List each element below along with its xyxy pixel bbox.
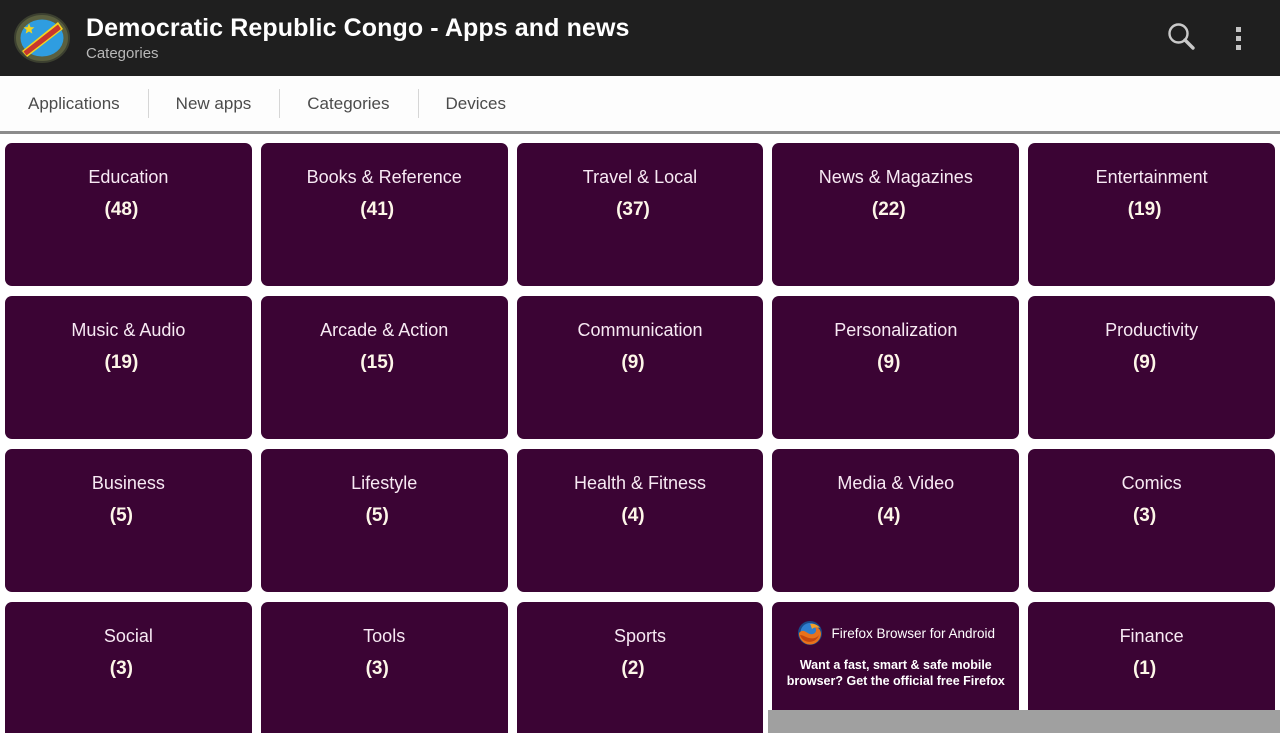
category-tile-count: (15) <box>360 352 395 373</box>
category-tile-count: (2) <box>621 658 645 679</box>
category-tile[interactable]: Music & Audio (19) <box>5 296 252 439</box>
category-tile[interactable]: Entertainment (19) <box>1028 143 1275 286</box>
overflow-menu-button[interactable] <box>1210 0 1266 76</box>
category-tile-count: (3) <box>109 658 134 679</box>
category-tile-label: Business <box>91 473 165 493</box>
overflow-menu-icon <box>1235 26 1241 50</box>
category-tile[interactable]: Social (3) <box>5 602 252 733</box>
ad-body-text: Want a fast, smart & safe mobile browser… <box>786 658 1005 688</box>
category-tile[interactable]: Sports (2) <box>516 602 764 733</box>
app-bar: Democratic Republic Congo - Apps and new… <box>0 0 1280 76</box>
search-icon <box>1164 19 1198 58</box>
page-subtitle: Categories <box>86 44 159 62</box>
category-tile-count: (5) <box>365 505 389 526</box>
category-grid: Education (48) Books & Reference (41) Travel… <box>0 134 1280 733</box>
tab-label: New apps <box>175 93 252 113</box>
category-tile-label: Media & Video <box>837 473 955 493</box>
category-tile-label: Lifestyle <box>351 473 418 493</box>
tab-bar: Applications New apps Categories Devices <box>0 76 1280 134</box>
category-tile-count: (19) <box>104 352 139 373</box>
category-tile[interactable]: Comics (3) <box>1028 449 1275 592</box>
ad-header: Firefox Browser for Android <box>772 620 1019 646</box>
category-tile[interactable]: Books & Reference (41) <box>260 143 508 286</box>
category-tile-count: (48) <box>104 199 139 220</box>
category-tile[interactable]: Arcade & Action (15) <box>260 296 508 439</box>
category-tile-label: Arcade & Action <box>320 320 449 340</box>
category-tile-count: (9) <box>621 352 645 373</box>
category-tile[interactable]: News & Magazines (22) <box>772 143 1020 286</box>
tab-devices[interactable]: Devices <box>417 76 534 131</box>
search-button[interactable] <box>1152 0 1210 76</box>
category-tile-label: Productivity <box>1105 320 1199 340</box>
category-tile[interactable]: Personalization (9) <box>772 296 1020 439</box>
category-tile[interactable]: Media & Video (4) <box>772 449 1020 592</box>
category-tile[interactable]: Lifestyle (5) <box>260 449 508 592</box>
category-tile-count: (3) <box>365 658 389 679</box>
category-tile-count: (4) <box>877 505 901 526</box>
category-tile-count: (5) <box>109 505 134 526</box>
category-tile-count: (9) <box>877 352 901 373</box>
category-tile[interactable]: Tools (3) <box>260 602 508 733</box>
category-tile-label: Social <box>103 626 153 646</box>
tab-label: Categories <box>307 93 390 113</box>
category-grid-container: Education (48) Books & Reference (41) Travel… <box>0 134 1280 733</box>
category-tile-label: News & Magazines <box>818 167 973 187</box>
category-tile-label: Music & Audio <box>71 320 186 340</box>
category-tile-count: (41) <box>360 199 395 220</box>
bottom-ad-banner[interactable] <box>768 710 1280 733</box>
tab-label: Applications <box>28 93 120 113</box>
category-tile[interactable]: Productivity (9) <box>1028 296 1275 439</box>
category-tile-label: Health & Fitness <box>573 473 707 493</box>
page-title: Democratic Republic Congo - Apps and new… <box>86 13 630 42</box>
tab-new-apps[interactable]: New apps <box>147 76 280 131</box>
category-tile[interactable]: Education (48) <box>5 143 252 286</box>
category-tile-count: (37) <box>616 199 650 220</box>
category-tile-count: (19) <box>1127 199 1162 220</box>
category-tile-label: Personalization <box>834 320 958 340</box>
category-tile-label: Education <box>88 167 169 187</box>
category-tile-count: (1) <box>1132 658 1157 679</box>
category-tile-label: Books & Reference <box>306 167 462 187</box>
category-tile[interactable]: Communication (9) <box>516 296 764 439</box>
category-tile-label: Entertainment <box>1095 167 1208 187</box>
tab-categories[interactable]: Categories <box>279 76 417 131</box>
category-tile[interactable]: Travel & Local (37) <box>516 143 764 286</box>
category-tile[interactable]: Health & Fitness (4) <box>516 449 764 592</box>
app-bar-actions <box>1152 0 1266 76</box>
category-tile-label: Travel & Local <box>582 167 698 187</box>
firefox-logo-icon <box>797 620 823 646</box>
category-tile[interactable]: Business (5) <box>5 449 252 592</box>
category-tile-count: (9) <box>1132 352 1157 373</box>
category-tile-label: Sports <box>613 626 666 646</box>
tab-applications[interactable]: Applications <box>0 76 148 131</box>
tab-label: Devices <box>445 93 506 113</box>
drc-flag-icon <box>14 13 70 63</box>
ad-title: Firefox Browser for Android <box>831 625 996 641</box>
category-tile-label: Finance <box>1119 626 1184 646</box>
category-tile-label: Comics <box>1121 473 1182 493</box>
category-tile-count: (4) <box>621 505 645 526</box>
category-tile-count: (22) <box>871 199 906 220</box>
app-bar-titles: Democratic Republic Congo - Apps and new… <box>86 13 1152 64</box>
category-tile-count: (3) <box>1132 505 1157 526</box>
category-tile-label: Tools <box>363 626 406 646</box>
category-tile-label: Communication <box>577 320 703 340</box>
